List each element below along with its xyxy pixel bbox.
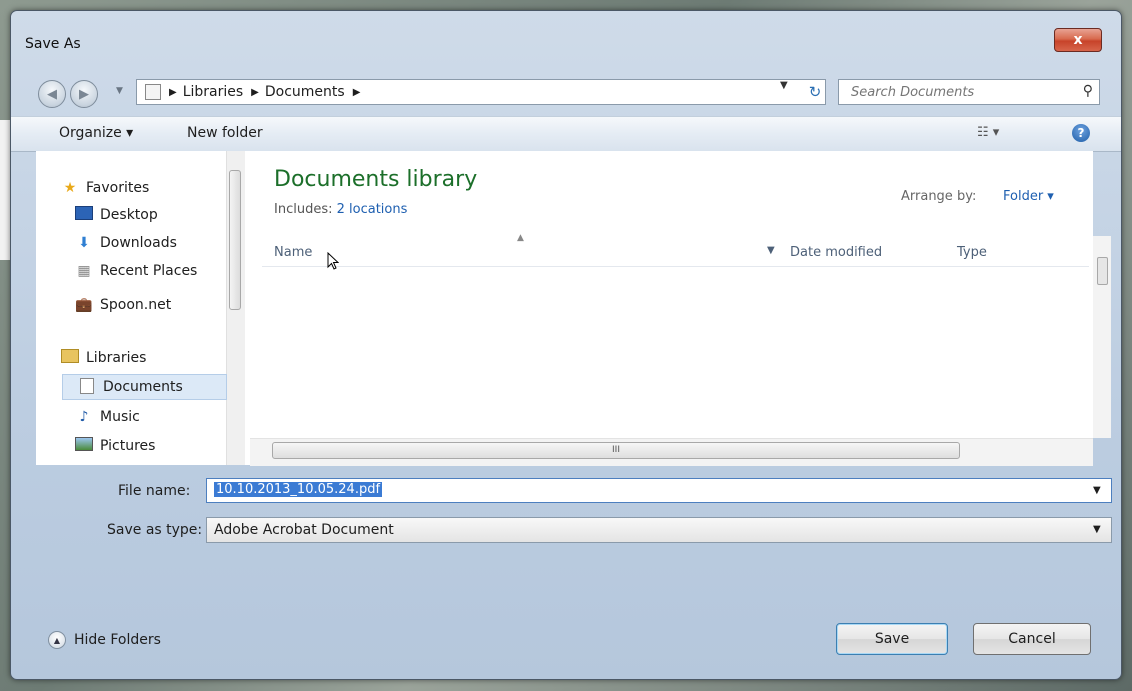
music-icon: ♪ bbox=[79, 409, 89, 425]
hide-folders-button[interactable]: ▲ Hide Folders bbox=[48, 631, 161, 649]
star-icon: ★ bbox=[63, 180, 77, 196]
hide-folders-label: Hide Folders bbox=[74, 632, 161, 648]
file-name-value[interactable]: 10.10.2013_10.05.24.pdf bbox=[214, 482, 383, 497]
column-header-type[interactable]: Type bbox=[957, 245, 987, 260]
address-bar[interactable]: ▶ Libraries ▶ Documents ▶ bbox=[136, 79, 826, 105]
save-as-type-value[interactable]: Adobe Acrobat Document bbox=[214, 522, 394, 538]
save-button[interactable]: Save bbox=[836, 623, 948, 655]
nav-item-label: Desktop bbox=[100, 207, 158, 223]
nav-item-label: Libraries bbox=[86, 350, 147, 366]
horizontal-scrollbar-thumb[interactable]: III bbox=[272, 442, 960, 459]
address-dropdown-icon[interactable]: ▼ bbox=[780, 80, 788, 91]
cancel-button[interactable]: Cancel bbox=[973, 623, 1091, 655]
navigation-scrollbar-thumb[interactable] bbox=[229, 170, 241, 310]
help-icon[interactable]: ? bbox=[1072, 124, 1090, 142]
nav-item-recent-places[interactable]: ▦ Recent Places bbox=[74, 258, 197, 284]
save-as-type-label: Save as type: bbox=[107, 522, 203, 538]
nav-item-label: Favorites bbox=[86, 180, 150, 196]
column-dropdown-icon[interactable]: ▼ bbox=[767, 245, 775, 256]
desktop-icon bbox=[74, 206, 94, 224]
library-title: Documents library bbox=[274, 167, 478, 192]
column-header-name[interactable]: Name bbox=[274, 245, 312, 260]
recent-places-icon: ▦ bbox=[77, 263, 91, 279]
toolbar: Organize ▾ New folder ☷ ▾ ? bbox=[11, 116, 1121, 152]
libraries-icon bbox=[60, 349, 80, 367]
nav-item-label: Spoon.net bbox=[100, 297, 172, 313]
arrange-by-dropdown[interactable]: Folder ▾ bbox=[1003, 189, 1054, 204]
nav-item-spoon-net[interactable]: 💼 Spoon.net bbox=[74, 292, 171, 318]
search-icon[interactable]: ⚲ bbox=[1083, 83, 1093, 99]
nav-item-label: Recent Places bbox=[100, 263, 198, 279]
downloads-icon: ⬇ bbox=[78, 235, 90, 251]
breadcrumb-separator-icon: ▶ bbox=[169, 86, 177, 98]
back-arrow-icon: ◀ bbox=[47, 86, 57, 102]
nav-item-documents[interactable]: Documents bbox=[62, 374, 227, 400]
close-icon: x bbox=[1073, 32, 1083, 48]
vertical-scrollbar-thumb[interactable] bbox=[1097, 257, 1108, 285]
column-header-row: Name ▲ ▼ Date modified Type bbox=[262, 233, 1089, 267]
nav-item-libraries[interactable]: Libraries bbox=[60, 345, 146, 371]
nav-item-downloads[interactable]: ⬇ Downloads bbox=[74, 230, 177, 256]
breadcrumb-documents[interactable]: Documents bbox=[265, 84, 345, 100]
file-name-dropdown-icon[interactable]: ▼ bbox=[1093, 485, 1101, 496]
search-box[interactable]: ⚲ bbox=[838, 79, 1100, 105]
breadcrumb-separator-icon: ▶ bbox=[352, 86, 361, 98]
back-button[interactable]: ◀ bbox=[38, 80, 66, 108]
close-button[interactable]: x bbox=[1054, 28, 1102, 52]
window-title: Save As bbox=[25, 36, 81, 52]
nav-item-label: Downloads bbox=[100, 235, 177, 251]
nav-item-label: Documents bbox=[103, 379, 183, 395]
change-view-button[interactable]: ☷ ▾ bbox=[977, 125, 999, 140]
search-input[interactable] bbox=[849, 83, 1073, 101]
nav-item-music[interactable]: ♪ Music bbox=[74, 404, 140, 430]
organize-button[interactable]: Organize ▾ bbox=[59, 125, 133, 141]
collapse-icon: ▲ bbox=[48, 631, 66, 649]
file-list[interactable] bbox=[262, 266, 1089, 438]
includes-locations-link[interactable]: 2 locations bbox=[337, 202, 408, 217]
nav-item-label: Music bbox=[100, 409, 140, 425]
forward-button[interactable]: ▶ bbox=[70, 80, 98, 108]
breadcrumb-libraries[interactable]: Libraries bbox=[183, 84, 243, 100]
nav-item-pictures[interactable]: Pictures bbox=[74, 433, 155, 459]
recent-locations-dropdown[interactable]: ▼ bbox=[116, 86, 123, 96]
file-name-label: File name: bbox=[118, 483, 191, 499]
briefcase-icon: 💼 bbox=[75, 297, 93, 313]
folder-icon bbox=[145, 84, 161, 100]
documents-icon bbox=[77, 378, 97, 396]
nav-item-favorites[interactable]: ★ Favorites bbox=[60, 175, 150, 201]
nav-item-desktop[interactable]: Desktop bbox=[74, 202, 158, 228]
pictures-icon bbox=[74, 437, 94, 455]
arrange-by-label: Arrange by: bbox=[901, 189, 977, 204]
forward-arrow-icon: ▶ bbox=[79, 86, 89, 102]
refresh-icon: ↻ bbox=[808, 83, 822, 101]
save-as-type-dropdown-icon[interactable]: ▼ bbox=[1093, 524, 1101, 535]
nav-item-label: Pictures bbox=[100, 438, 156, 454]
library-includes: Includes: 2 locations bbox=[274, 202, 407, 217]
refresh-button[interactable]: ↻ bbox=[799, 79, 831, 105]
sort-ascending-icon: ▲ bbox=[517, 233, 524, 243]
column-header-date-modified[interactable]: Date modified bbox=[790, 245, 882, 260]
breadcrumb-separator-icon: ▶ bbox=[251, 86, 259, 98]
new-folder-button[interactable]: New folder bbox=[187, 125, 263, 141]
includes-label: Includes: bbox=[274, 202, 333, 217]
